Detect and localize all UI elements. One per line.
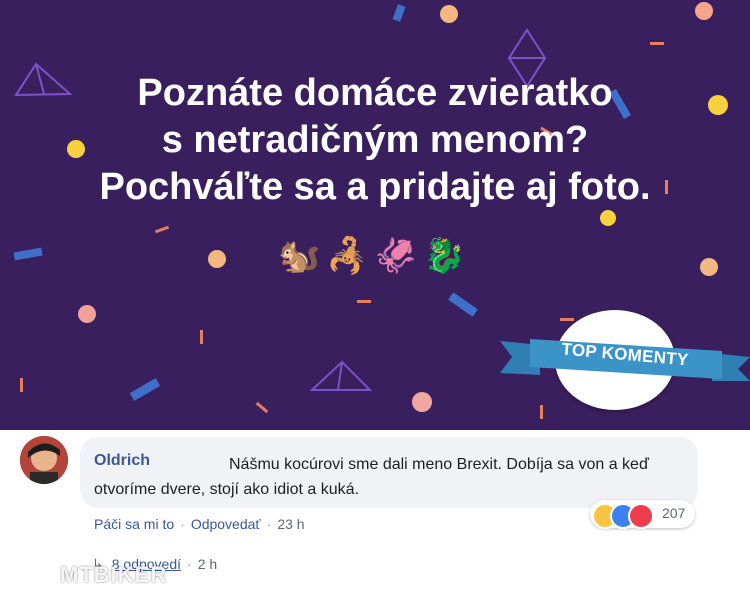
separator-dot: · (180, 516, 185, 532)
banner-title-line: s netradičným menom? (161, 119, 589, 161)
confetti-shape (78, 305, 96, 323)
reply-link[interactable]: Odpovedať (191, 516, 261, 532)
emoji-row: 🐿️ 🦂 🦑 🐉 (278, 232, 478, 280)
confetti-shape (20, 378, 23, 392)
banner-title-line: Poznáte domáce zvieratko (137, 72, 613, 114)
confetti-shape (13, 247, 43, 261)
comment-actions: Páči sa mi to · Odpovedať · 23 h (94, 514, 305, 534)
confetti-shape (154, 225, 170, 234)
comment-time[interactable]: 23 h (277, 516, 304, 532)
scorpion-icon: 🦂 (326, 236, 369, 276)
avatar-image (20, 436, 68, 484)
like-link[interactable]: Páči sa mi to (94, 516, 174, 532)
confetti-shape (310, 360, 373, 391)
confetti-shape (440, 5, 458, 23)
squid-icon: 🦑 (374, 236, 418, 276)
confetti-shape (448, 292, 478, 317)
confetti-shape (208, 250, 226, 268)
banner: Poznáte domáce zvieratko s netradičným m… (0, 0, 750, 430)
separator-dot: · (266, 516, 272, 532)
avatar[interactable] (20, 436, 68, 484)
confetti-shape (357, 300, 371, 303)
confetti-shape (700, 258, 718, 276)
dragon-icon: 🐉 (423, 236, 466, 276)
confetti-shape (650, 42, 664, 45)
banner-title: Poznáte domáce zvieratko s netradičným m… (0, 70, 750, 211)
reaction-count: 207 (662, 505, 686, 521)
confetti-shape (560, 318, 574, 321)
chipmunk-icon: 🐿️ (278, 236, 321, 276)
confetti-shape (412, 392, 432, 412)
confetti-shape (695, 2, 713, 20)
banner-title-line: Pochváľte sa a pridajte aj foto. (99, 166, 651, 208)
confetti-shape (392, 4, 406, 22)
confetti-shape (200, 330, 203, 344)
confetti-shape (600, 210, 616, 226)
watermark-text: MTBIKER (60, 562, 168, 587)
comment-text: Nášmu kocúrovi sme dali meno Brexit. Dob… (94, 456, 649, 498)
confetti-shape (255, 401, 269, 414)
love-icon (628, 503, 654, 529)
confetti-shape (129, 378, 161, 401)
replies-time: 2 h (197, 556, 218, 572)
confetti-shape (540, 405, 543, 419)
